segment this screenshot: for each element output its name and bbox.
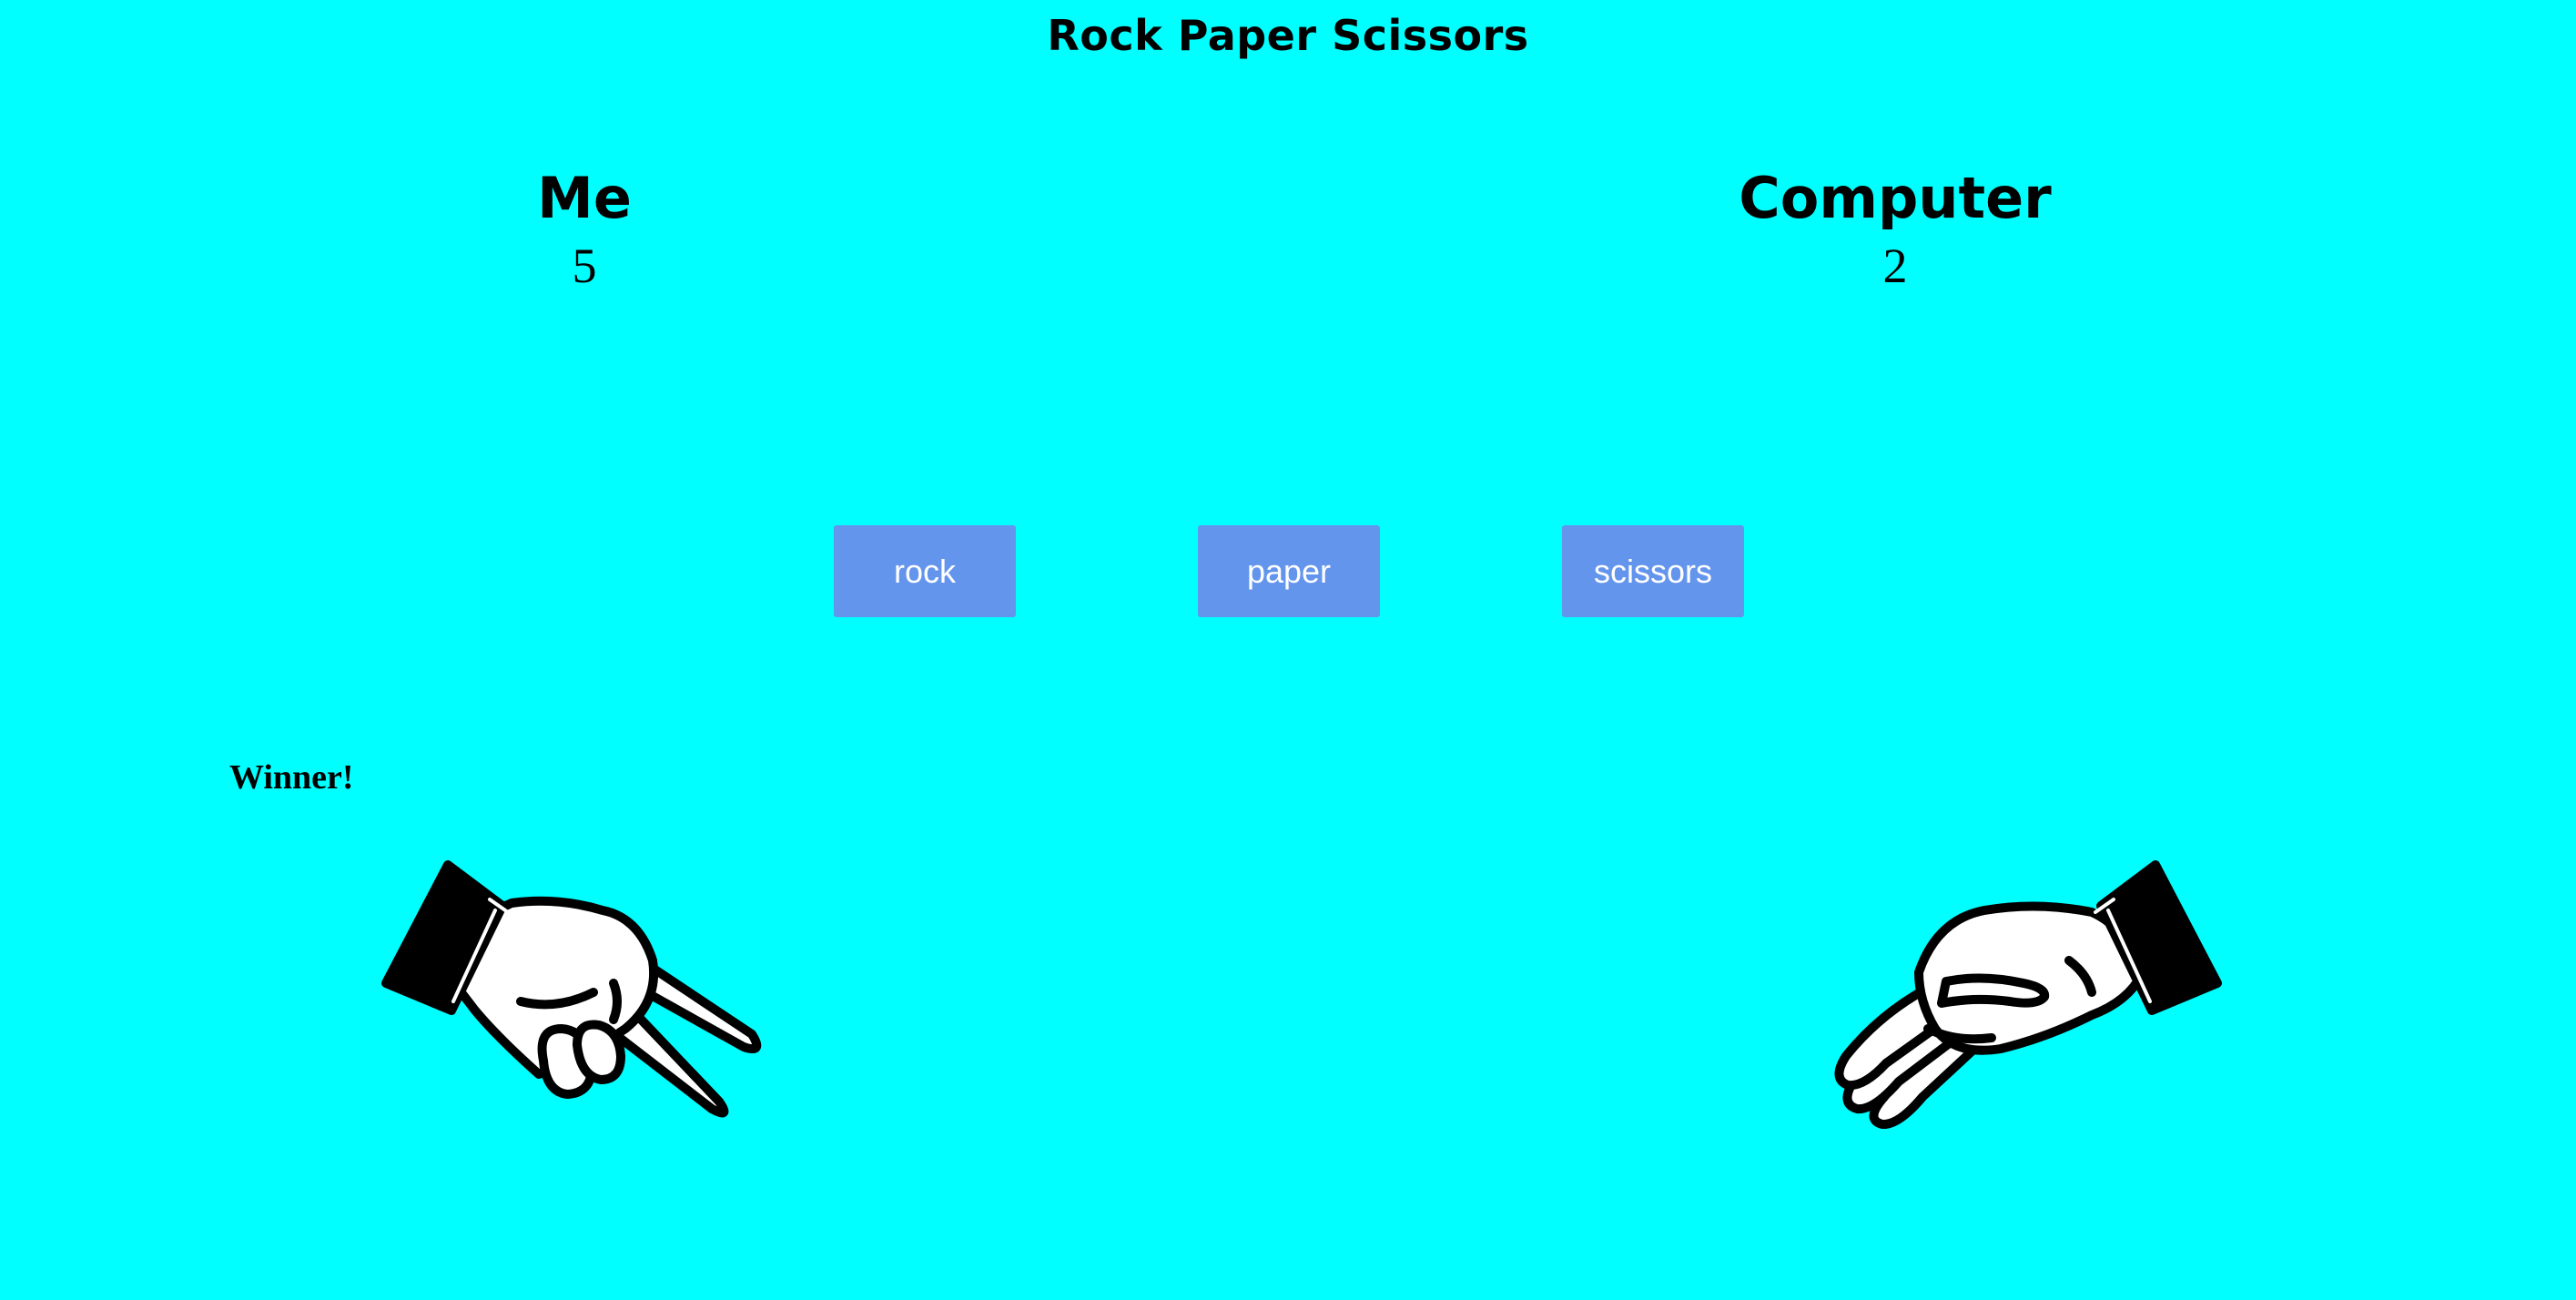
player-me-score: 5 xyxy=(572,239,597,293)
player-me-name: Me xyxy=(537,165,632,231)
player-me-panel: Me 5 xyxy=(311,164,857,295)
page-title: Rock Paper Scissors xyxy=(1047,11,1529,60)
scissors-button[interactable]: scissors xyxy=(1562,525,1744,617)
paper-hand-icon xyxy=(1834,860,2222,1129)
scissors-hand-icon xyxy=(381,860,762,1118)
player-computer-score: 2 xyxy=(1882,239,1908,293)
rock-button[interactable]: rock xyxy=(834,525,1016,617)
result-text: Winner! xyxy=(229,758,354,797)
player-computer-panel: Computer 2 xyxy=(1622,164,2168,295)
paper-button[interactable]: paper xyxy=(1198,525,1380,617)
player-computer-name: Computer xyxy=(1739,165,2052,231)
